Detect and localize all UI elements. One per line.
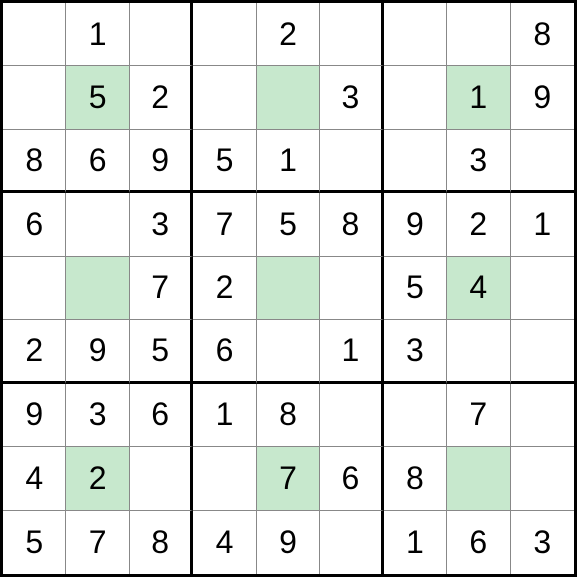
cell-r0-c1[interactable]: 1 bbox=[66, 3, 129, 66]
cell-r8-c4[interactable]: 9 bbox=[257, 511, 320, 574]
cell-r7-c2[interactable] bbox=[130, 447, 193, 510]
cell-r4-c8[interactable] bbox=[511, 257, 574, 320]
cell-r5-c2[interactable]: 5 bbox=[130, 320, 193, 383]
cell-r1-c8[interactable]: 9 bbox=[511, 66, 574, 129]
cell-r3-c4[interactable]: 5 bbox=[257, 193, 320, 256]
cell-r3-c2[interactable]: 3 bbox=[130, 193, 193, 256]
cell-r6-c8[interactable] bbox=[511, 384, 574, 447]
cell-r3-c1[interactable] bbox=[66, 193, 129, 256]
cell-r0-c4[interactable]: 2 bbox=[257, 3, 320, 66]
cell-r0-c8[interactable]: 8 bbox=[511, 3, 574, 66]
cell-r2-c1[interactable]: 6 bbox=[66, 130, 129, 193]
cell-r4-c7[interactable]: 4 bbox=[447, 257, 510, 320]
cell-r5-c7[interactable] bbox=[447, 320, 510, 383]
cell-r5-c1[interactable]: 9 bbox=[66, 320, 129, 383]
cell-r0-c0[interactable] bbox=[3, 3, 66, 66]
cell-r7-c8[interactable] bbox=[511, 447, 574, 510]
cell-r2-c3[interactable]: 5 bbox=[193, 130, 256, 193]
cell-r8-c2[interactable]: 8 bbox=[130, 511, 193, 574]
cell-r1-c4[interactable] bbox=[257, 66, 320, 129]
cell-r5-c0[interactable]: 2 bbox=[3, 320, 66, 383]
cell-r8-c1[interactable]: 7 bbox=[66, 511, 129, 574]
cell-r6-c3[interactable]: 1 bbox=[193, 384, 256, 447]
cell-r6-c0[interactable]: 9 bbox=[3, 384, 66, 447]
cell-r4-c5[interactable] bbox=[320, 257, 383, 320]
cell-r5-c3[interactable]: 6 bbox=[193, 320, 256, 383]
cell-r1-c6[interactable] bbox=[384, 66, 447, 129]
cell-r6-c4[interactable]: 8 bbox=[257, 384, 320, 447]
cell-r7-c6[interactable]: 8 bbox=[384, 447, 447, 510]
cell-r1-c0[interactable] bbox=[3, 66, 66, 129]
cell-r1-c1[interactable]: 5 bbox=[66, 66, 129, 129]
cell-r2-c4[interactable]: 1 bbox=[257, 130, 320, 193]
cell-r2-c7[interactable]: 3 bbox=[447, 130, 510, 193]
cell-r8-c6[interactable]: 1 bbox=[384, 511, 447, 574]
cell-r8-c7[interactable]: 6 bbox=[447, 511, 510, 574]
cell-r7-c4[interactable]: 7 bbox=[257, 447, 320, 510]
cell-r1-c7[interactable]: 1 bbox=[447, 66, 510, 129]
cell-r1-c3[interactable] bbox=[193, 66, 256, 129]
cell-r4-c1[interactable] bbox=[66, 257, 129, 320]
cell-r3-c5[interactable]: 8 bbox=[320, 193, 383, 256]
cell-r6-c2[interactable]: 6 bbox=[130, 384, 193, 447]
cell-r3-c8[interactable]: 1 bbox=[511, 193, 574, 256]
cell-r4-c4[interactable] bbox=[257, 257, 320, 320]
cell-r2-c8[interactable] bbox=[511, 130, 574, 193]
cell-r2-c2[interactable]: 9 bbox=[130, 130, 193, 193]
cell-r5-c4[interactable] bbox=[257, 320, 320, 383]
cell-r7-c3[interactable] bbox=[193, 447, 256, 510]
cell-r7-c1[interactable]: 2 bbox=[66, 447, 129, 510]
cell-r8-c8[interactable]: 3 bbox=[511, 511, 574, 574]
cell-r3-c6[interactable]: 9 bbox=[384, 193, 447, 256]
cell-r3-c3[interactable]: 7 bbox=[193, 193, 256, 256]
cell-r3-c0[interactable]: 6 bbox=[3, 193, 66, 256]
cell-r6-c1[interactable]: 3 bbox=[66, 384, 129, 447]
cell-r6-c7[interactable]: 7 bbox=[447, 384, 510, 447]
cell-r4-c0[interactable] bbox=[3, 257, 66, 320]
cell-r7-c7[interactable] bbox=[447, 447, 510, 510]
cell-r8-c0[interactable]: 5 bbox=[3, 511, 66, 574]
cell-r1-c5[interactable]: 3 bbox=[320, 66, 383, 129]
cell-r6-c6[interactable] bbox=[384, 384, 447, 447]
cell-r5-c6[interactable]: 3 bbox=[384, 320, 447, 383]
cell-r5-c8[interactable] bbox=[511, 320, 574, 383]
cell-r4-c6[interactable]: 5 bbox=[384, 257, 447, 320]
cell-r0-c3[interactable] bbox=[193, 3, 256, 66]
cell-r4-c2[interactable]: 7 bbox=[130, 257, 193, 320]
cell-r2-c6[interactable] bbox=[384, 130, 447, 193]
cell-r7-c0[interactable]: 4 bbox=[3, 447, 66, 510]
cell-r0-c6[interactable] bbox=[384, 3, 447, 66]
sudoku-grid: 1 2 8 5 2 3 1 9 8 6 9 5 1 3 6 3 7 5 8 9 … bbox=[0, 0, 577, 577]
cell-r7-c5[interactable]: 6 bbox=[320, 447, 383, 510]
cell-r0-c7[interactable] bbox=[447, 3, 510, 66]
cell-r0-c5[interactable] bbox=[320, 3, 383, 66]
cell-r8-c5[interactable] bbox=[320, 511, 383, 574]
cell-r3-c7[interactable]: 2 bbox=[447, 193, 510, 256]
cell-r6-c5[interactable] bbox=[320, 384, 383, 447]
cell-r2-c0[interactable]: 8 bbox=[3, 130, 66, 193]
cell-r0-c2[interactable] bbox=[130, 3, 193, 66]
cell-r2-c5[interactable] bbox=[320, 130, 383, 193]
cell-r5-c5[interactable]: 1 bbox=[320, 320, 383, 383]
cell-r4-c3[interactable]: 2 bbox=[193, 257, 256, 320]
cell-r8-c3[interactable]: 4 bbox=[193, 511, 256, 574]
cell-r1-c2[interactable]: 2 bbox=[130, 66, 193, 129]
